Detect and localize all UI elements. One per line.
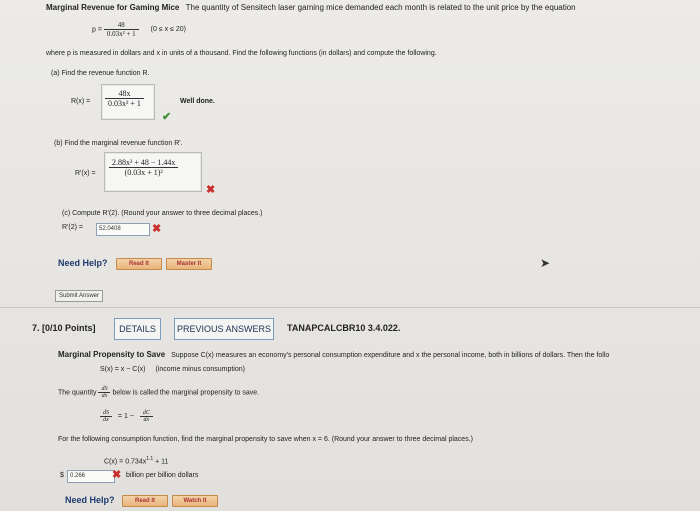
submit-answer-button[interactable]: Submit Answer [55,290,104,302]
close-icon: ✖ [112,469,122,481]
previous-answers-button[interactable]: PREVIOUS ANSWERS [174,318,274,340]
eq-mid: = 1 − [117,413,134,421]
ds-dx-fraction-2: dS dx [100,410,112,423]
q6-intro: The quantity of Sensitech laser gaming m… [185,3,576,12]
part-a-feedback: Well done. [180,98,215,105]
dx-denominator-3: dx [143,417,150,423]
read-it-button[interactable]: Read It [116,258,162,270]
quantity-pre: The quantity [58,389,97,397]
ds-dx-fraction: dS dx [98,386,111,399]
ds-numerator-2: dS [100,410,112,417]
dx-denominator-2: dx [103,417,109,423]
q7-intro: Suppose C(x) measures an economy's perso… [171,352,610,359]
quantity-post: below is called the marginal propensity … [112,389,260,397]
q7-title: Marginal Propensity to Save [58,350,166,359]
part-c-lhs: R′(2) = [62,224,83,231]
dc-numerator: dC [139,410,153,417]
eq-numerator: 48 [103,21,139,30]
s-equation: S(x) = x − C(x) [100,366,146,373]
q6-title: Marginal Revenue for Gaming Mice [46,3,180,12]
part-b-lhs: R′(x) = [75,170,96,177]
ds-numerator: dS [98,386,111,393]
c-tail: + 11 [155,458,169,466]
part-b-answer-box[interactable]: 2.88x² + 48 − 1.44x (0.03x + 1)² [104,152,202,192]
need-help-label: Need Help? [58,258,108,268]
part-b-denominator: (0.03x + 1)² [124,168,163,177]
dx-denominator: dx [101,393,108,399]
q7-answer-input[interactable]: 0.266 [67,470,115,483]
part-a-label: (a) Find the revenue function R. [51,70,150,77]
savings-equation: S(x) = x − C(x) (income minus consumptio… [100,366,245,373]
q6-where: where p is measured in dollars and x in … [46,50,437,57]
part-b-label: (b) Find the marginal revenue function R… [54,140,183,147]
q7-code: TANAPCALCBR10 3.4.022. [287,323,401,333]
part-a-lhs: R(x) = [71,98,91,105]
question-divider [0,307,700,308]
eq-fraction: 48 0.03x² + 1 [103,21,139,38]
q7-intro-line: Marginal Propensity to Save Suppose C(x)… [58,350,609,359]
watch-it-button[interactable]: Watch It [172,495,218,507]
quantity-line: The quantity dS dx below is called the m… [58,386,259,399]
part-a-denominator: 0.03x² + 1 [108,99,141,108]
q7-unit: billion per billion dollars [126,472,199,479]
dollar-sign: $ [60,472,64,479]
cursor-icon: ➤ [540,256,551,270]
eq-lhs: p = [92,26,102,34]
part-a-answer-box[interactable]: 48x 0.03x² + 1 [101,84,155,120]
dc-dx-fraction: dC dx [139,410,153,423]
consumption-function: C(x) = 0.734x1.1 + 11 [104,456,168,465]
part-b-numerator: 2.88x² + 48 − 1.44x [109,158,179,168]
s-note: (income minus consumption) [155,366,245,373]
mps-equation: dS dx = 1 − dC dx [100,410,153,423]
q6-header: Marginal Revenue for Gaming Mice The qua… [46,3,576,12]
eq-denominator: 0.03x² + 1 [106,30,136,38]
read-it-button-2[interactable]: Read It [122,495,168,507]
check-icon: ✔ [162,111,172,123]
eq-domain: (0 ≤ x ≤ 20) [150,26,186,34]
part-b-fraction: 2.88x² + 48 − 1.44x (0.03x + 1)² [109,158,179,177]
q7-following: For the following consumption function, … [58,436,473,443]
need-help-label-2: Need Help? [65,495,115,505]
part-c-label: (c) Compute R′(2). (Round your answer to… [62,210,263,217]
q6-demand-equation: p = 48 0.03x² + 1 (0 ≤ x ≤ 20) [92,21,186,38]
q7-number: 7. [32,323,40,333]
c-equation: C(x) = 0.734x [104,458,147,466]
close-icon: ✖ [152,223,162,235]
part-a-fraction: 48x 0.03x² + 1 [105,89,144,108]
c-exponent: 1.1 [146,456,154,462]
part-a-numerator: 48x [105,89,144,99]
page: Marginal Revenue for Gaming Mice The qua… [0,0,700,511]
details-button[interactable]: DETAILS [114,318,161,340]
close-icon: ✖ [206,184,216,196]
q7-header: 7. [0/10 Points] [32,323,96,333]
part-c-answer-input[interactable]: 52.0408 [96,223,150,236]
q7-points: [0/10 Points] [42,323,96,333]
master-it-button[interactable]: Master It [166,258,212,270]
